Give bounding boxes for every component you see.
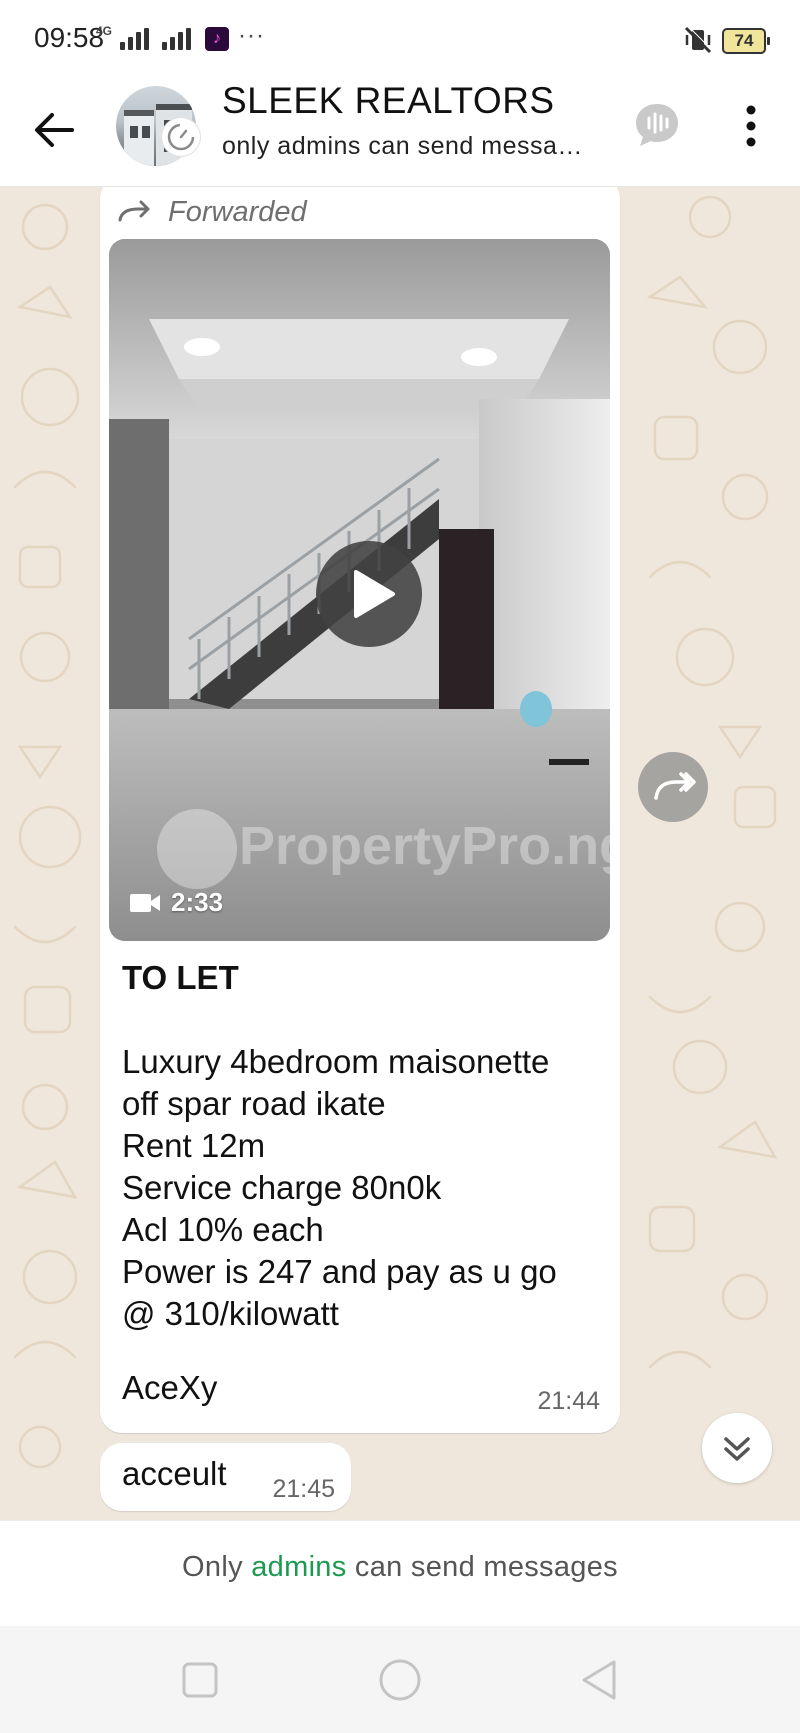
video-camera-icon <box>130 893 160 912</box>
message-bubble-forwarded[interactable]: Forwarded PropertyPro.ng 2:33 TO LET Lux… <box>100 187 620 1433</box>
message-line: Luxury 4bedroom maisonette <box>122 1043 550 1080</box>
video-thumbnail[interactable]: PropertyPro.ng 2:33 <box>109 239 610 941</box>
home-circle-icon[interactable] <box>376 1656 424 1704</box>
watermark-text: PropertyPro.ng <box>239 816 610 876</box>
forwarded-label: Forwarded <box>168 195 307 228</box>
video-duration: 2:33 <box>129 887 223 918</box>
message-line: Power is 247 and pay as u go <box>122 1253 557 1290</box>
status-ring-icon <box>162 118 200 156</box>
message-line: off spar road ikate <box>122 1085 386 1122</box>
status-bar: 09:58 4G ♪ ··· 74 <box>0 0 800 80</box>
message-timestamp: 21:44 <box>537 1387 600 1415</box>
chat-header: SLEEK REALTORS only admins can send mess… <box>0 80 800 187</box>
chat-subtitle: only admins can send messages <box>222 132 592 160</box>
message-line: @ 310/kilowatt <box>122 1295 339 1332</box>
music-app-icon: ♪ <box>205 27 229 51</box>
forward-arrow-icon <box>118 200 150 222</box>
message-signature: AceXy <box>122 1369 218 1406</box>
status-time: 09:58 <box>34 22 105 53</box>
video-duration-label: 2:33 <box>171 887 224 917</box>
chat-area[interactable]: Forwarded PropertyPro.ng 2:33 TO LET Lux… <box>0 187 800 1520</box>
back-arrow-icon[interactable] <box>28 104 80 156</box>
forwarded-indicator: Forwarded <box>118 195 307 229</box>
battery-icon: 74 <box>722 28 770 54</box>
read-only-notice: Only admins can send messages <box>0 1520 800 1627</box>
message-heading: TO LET <box>122 959 239 996</box>
more-options-icon[interactable] <box>736 102 766 150</box>
system-nav-bar <box>0 1626 800 1733</box>
network-type: 4G <box>96 24 113 38</box>
admins-link[interactable]: admins <box>251 1551 346 1583</box>
message-line: Acl 10% each <box>122 1211 324 1248</box>
message-line: Rent 12m <box>122 1127 266 1164</box>
notice-suffix: can send messages <box>354 1551 618 1583</box>
message-timestamp: 21:45 <box>272 1475 335 1503</box>
message-text: acceult <box>122 1455 227 1492</box>
signal-icon <box>120 28 149 50</box>
play-button-icon[interactable] <box>316 541 422 647</box>
forward-share-icon[interactable] <box>638 752 708 822</box>
notice-prefix: Only <box>182 1551 243 1583</box>
voice-chat-icon[interactable] <box>632 100 682 150</box>
read-only-text: Only admins can send messages <box>0 1551 800 1584</box>
message-bubble[interactable]: acceult 21:45 <box>100 1443 351 1511</box>
scroll-to-bottom-icon[interactable] <box>702 1413 772 1483</box>
back-triangle-icon[interactable] <box>576 1656 624 1704</box>
recents-square-icon[interactable] <box>176 1656 224 1704</box>
message-line: Service charge 80n0k <box>122 1169 442 1206</box>
signal-icon-2 <box>162 28 191 50</box>
overflow-dots-icon: ··· <box>238 22 265 49</box>
message-body: Luxury 4bedroom maisonette off spar road… <box>122 1041 602 1335</box>
mute-vibrate-icon <box>684 25 713 54</box>
chat-title[interactable]: SLEEK REALTORS <box>222 80 555 122</box>
